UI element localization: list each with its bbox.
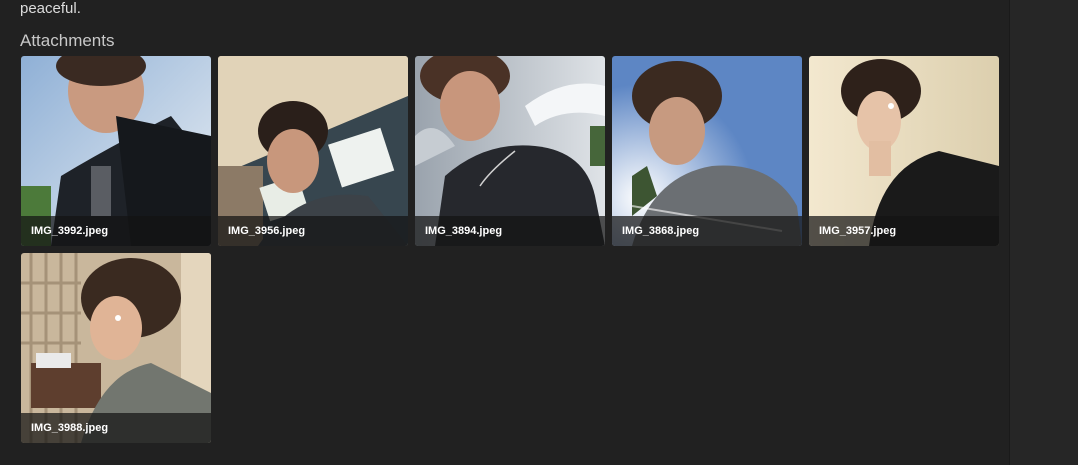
attachment-filename: IMG_3894.jpeg — [415, 216, 605, 246]
attachment-filename: IMG_3988.jpeg — [21, 413, 211, 443]
attachment-filename: IMG_3868.jpeg — [612, 216, 802, 246]
attachment-thumbnail[interactable]: IMG_3894.jpeg — [415, 56, 605, 246]
message-panel: peaceful. Attachments IMG_3992.jpeg IMG_… — [0, 0, 1009, 465]
right-sidebar — [1009, 0, 1078, 465]
attachments-heading: Attachments — [20, 31, 115, 50]
message-text: peaceful. — [20, 0, 81, 17]
attachment-thumbnail[interactable]: IMG_3956.jpeg — [218, 56, 408, 246]
attachment-thumbnail[interactable]: IMG_3868.jpeg — [612, 56, 802, 246]
attachment-thumbnail[interactable]: IMG_3988.jpeg — [21, 253, 211, 443]
attachment-filename: IMG_3957.jpeg — [809, 216, 999, 246]
attachment-thumbnail[interactable]: IMG_3992.jpeg — [21, 56, 211, 246]
attachment-filename: IMG_3992.jpeg — [21, 216, 211, 246]
attachment-thumbnail[interactable]: IMG_3957.jpeg — [809, 56, 999, 246]
attachment-filename: IMG_3956.jpeg — [218, 216, 408, 246]
attachments-grid: IMG_3992.jpeg IMG_3956.jpeg IMG_3894.jpe… — [21, 56, 999, 443]
